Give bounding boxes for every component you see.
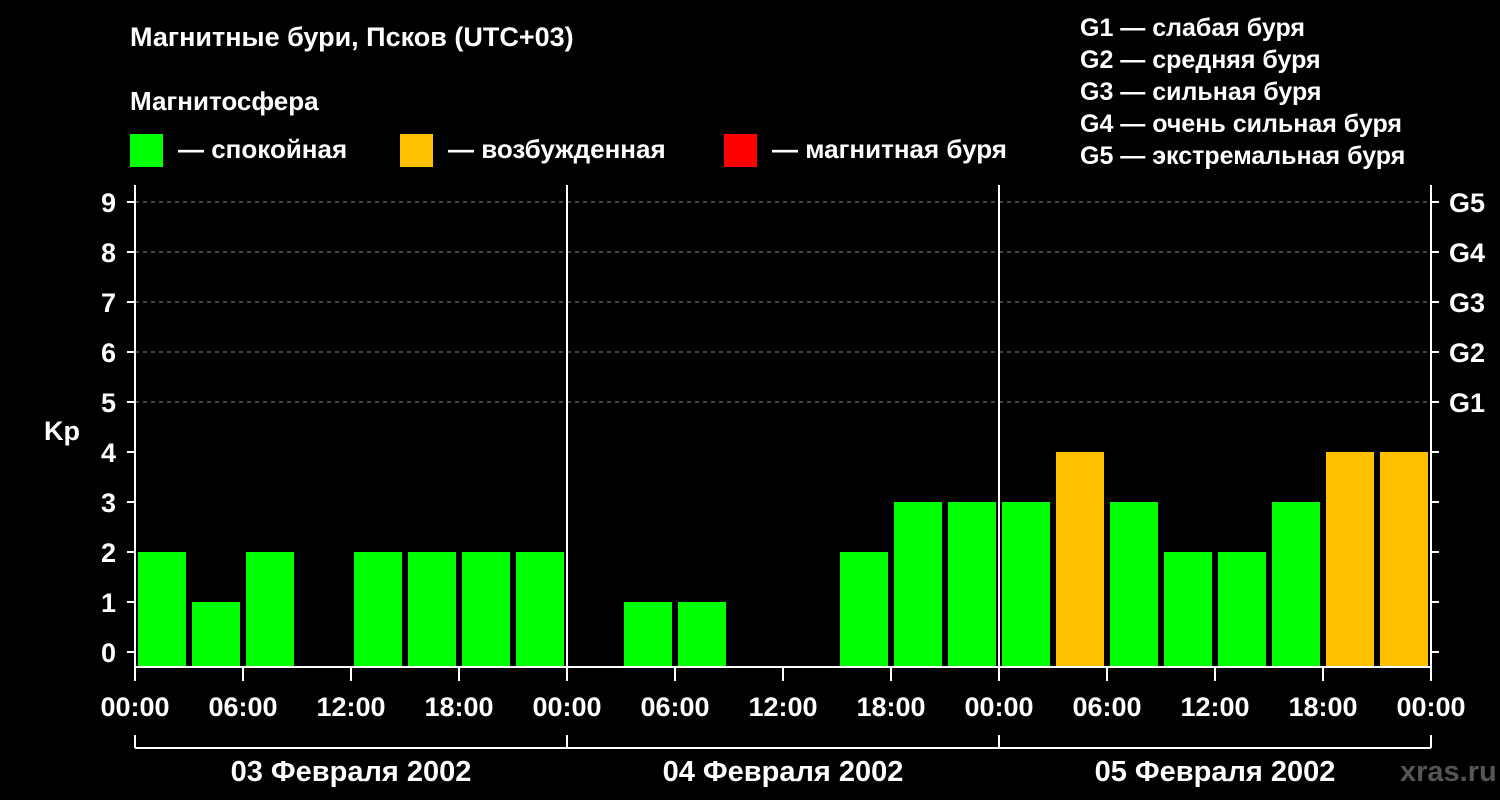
x-tick-label: 00:00 [964, 692, 1033, 722]
kp-bar [192, 602, 240, 667]
kp-bar [408, 552, 456, 667]
x-tick-label: 00:00 [100, 692, 169, 722]
kp-bar [1002, 502, 1050, 667]
g-tick-label: G2 [1449, 338, 1485, 368]
g-tick-label: G1 [1449, 388, 1485, 418]
x-tick-label: 18:00 [856, 692, 925, 722]
x-tick-label: 12:00 [316, 692, 385, 722]
y-tick-label: 5 [101, 388, 116, 418]
kp-chart: 0 1 2 3 4 5 6 7 8 9 G1 G2 G3 G4 G5 Kp 00:00 06:00 12:00 18:… [44, 185, 1485, 788]
y-tick-label: 9 [101, 188, 116, 218]
kp-bar [948, 502, 996, 667]
day-label: 05 Февраля 2002 [1095, 756, 1336, 788]
kp-bar [1110, 502, 1158, 667]
y-tick-label: 6 [101, 338, 116, 368]
x-tick-label: 00:00 [1396, 692, 1465, 722]
kp-bar [462, 552, 510, 667]
kp-bar [678, 602, 726, 667]
kp-bar [1164, 552, 1212, 667]
kp-bar [516, 552, 564, 667]
day-label: 03 Февраля 2002 [231, 756, 472, 788]
kp-bar [1056, 452, 1104, 667]
day-label: 04 Февраля 2002 [663, 756, 904, 788]
x-tick-label: 12:00 [1180, 692, 1249, 722]
x-tick-label: 00:00 [532, 692, 601, 722]
kp-bar [138, 552, 186, 667]
y-tick-label: 0 [101, 638, 116, 668]
kp-bar [1326, 452, 1374, 667]
kp-bar [894, 502, 942, 667]
y-tick-label: 8 [101, 238, 116, 268]
x-tick-label: 18:00 [1288, 692, 1357, 722]
y-tick-label: 4 [101, 438, 116, 468]
y-tick-label: 2 [101, 538, 116, 568]
x-tick-label: 06:00 [640, 692, 709, 722]
kp-bar [1218, 552, 1266, 667]
x-tick-label: 12:00 [748, 692, 817, 722]
kp-bar [354, 552, 402, 667]
y-tick-label: 1 [101, 588, 116, 618]
x-tick-label: 06:00 [1072, 692, 1141, 722]
g-tick-label: G3 [1449, 288, 1485, 318]
x-tick-label: 06:00 [208, 692, 277, 722]
g-tick-label: G5 [1449, 188, 1485, 218]
kp-bar [246, 552, 294, 667]
kp-bar [840, 552, 888, 667]
kp-bar [624, 602, 672, 667]
y-axis-label: Kp [44, 416, 80, 446]
y-tick-label: 7 [101, 288, 116, 318]
g-tick-label: G4 [1449, 238, 1485, 268]
kp-bar [1272, 502, 1320, 667]
kp-bar [1380, 452, 1428, 667]
watermark: xras.ru [1400, 756, 1497, 788]
y-tick-label: 3 [101, 488, 116, 518]
x-tick-label: 18:00 [424, 692, 493, 722]
